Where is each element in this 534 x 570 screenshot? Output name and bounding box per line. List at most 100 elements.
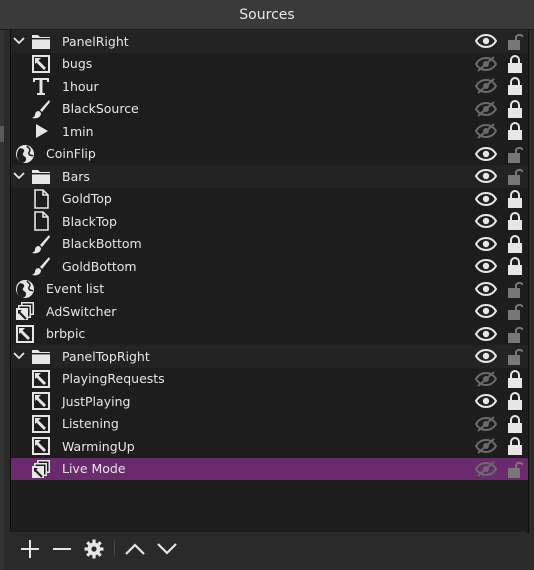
eye-icon[interactable] [475,234,497,254]
lock-icon[interactable] [506,189,524,209]
expand-chevron-icon[interactable] [12,34,26,48]
unlock-icon[interactable] [506,144,524,164]
source-row[interactable]: Listening [11,413,528,436]
source-name: Bars [62,168,90,184]
eye-icon[interactable] [475,189,497,209]
lock-icon[interactable] [506,211,524,231]
unlock-icon[interactable] [506,31,524,51]
sources-list[interactable]: PanelRight bugs 1hour BlackSource 1min CoinFl… [10,30,529,533]
folder-icon [31,346,51,366]
source-row[interactable]: 1hour [11,75,528,98]
source-name: 1hour [62,78,99,94]
brush-icon [31,234,51,254]
eye-icon[interactable] [475,301,497,321]
eye-hidden-icon[interactable] [475,76,497,96]
source-row[interactable]: PanelTopRight [11,345,528,368]
globe-icon [15,144,35,164]
lock-icon[interactable] [506,436,524,456]
source-row[interactable]: Bars [11,165,528,188]
text-icon [31,76,51,96]
slideshow-icon [15,301,35,321]
source-name: GoldBottom [62,258,137,274]
source-name: Event list [46,281,105,297]
eye-icon[interactable] [475,324,497,344]
sources-toolbar [10,532,527,566]
lock-icon[interactable] [506,391,524,411]
minus-icon [52,539,72,559]
source-row[interactable]: BlackSource [11,98,528,121]
source-name: 1min [62,123,94,139]
plus-button[interactable] [19,538,41,560]
source-name: BlackBottom [62,236,142,252]
source-row[interactable]: PanelRight [11,30,528,53]
source-row[interactable]: WarmingUp [11,435,528,458]
unlock-icon[interactable] [506,301,524,321]
unlock-icon[interactable] [506,166,524,186]
lock-icon[interactable] [506,76,524,96]
source-row[interactable]: bugs [11,53,528,76]
plus-icon [20,539,40,559]
source-row[interactable]: AdSwitcher [11,300,528,323]
eye-icon[interactable] [475,144,497,164]
chevron-up-button[interactable] [124,538,146,560]
source-name: AdSwitcher [46,303,117,319]
lock-icon[interactable] [506,369,524,389]
source-row[interactable]: JustPlaying [11,390,528,413]
unlock-icon[interactable] [506,324,524,344]
expand-chevron-icon[interactable] [12,349,26,363]
image-icon [31,391,51,411]
unlock-icon[interactable] [506,459,524,479]
chevron-down-button[interactable] [156,538,178,560]
source-row[interactable]: GoldBottom [11,255,528,278]
source-row[interactable]: 1min [11,120,528,143]
folder-icon [31,166,51,186]
brush-icon [31,99,51,119]
eye-hidden-icon[interactable] [475,99,497,119]
unlock-icon[interactable] [506,279,524,299]
eye-icon[interactable] [475,166,497,186]
expand-chevron-icon[interactable] [12,169,26,183]
minus-button[interactable] [51,538,73,560]
sources-panel-header: Sources [0,0,534,30]
lock-icon[interactable] [506,121,524,141]
source-name: PanelTopRight [62,348,150,364]
eye-hidden-icon[interactable] [475,369,497,389]
source-row[interactable]: Live Mode [11,457,528,480]
eye-icon[interactable] [475,211,497,231]
eye-hidden-icon[interactable] [475,459,497,479]
source-row[interactable]: PlayingRequests [11,368,528,391]
eye-icon[interactable] [475,391,497,411]
lock-icon[interactable] [506,234,524,254]
source-row[interactable]: Event list [11,278,528,301]
lock-icon[interactable] [506,256,524,276]
eye-hidden-icon[interactable] [475,436,497,456]
lock-icon[interactable] [506,414,524,434]
source-row[interactable]: brbpic [11,323,528,346]
brush-icon [31,256,51,276]
source-row[interactable]: BlackTop [11,210,528,233]
source-row[interactable]: BlackBottom [11,233,528,256]
eye-icon[interactable] [475,256,497,276]
eye-hidden-icon[interactable] [475,121,497,141]
gear-button[interactable] [83,538,105,560]
image-icon [31,414,51,434]
eye-icon[interactable] [475,279,497,299]
eye-hidden-icon[interactable] [475,54,497,74]
source-name: CoinFlip [46,146,96,162]
lock-icon[interactable] [506,99,524,119]
eye-icon[interactable] [475,346,497,366]
toolbar-separator [114,541,115,557]
panel-title: Sources [239,6,295,23]
image-icon [31,54,51,74]
eye-hidden-icon[interactable] [475,414,497,434]
source-name: BlackTop [62,213,117,229]
source-row[interactable]: GoldTop [11,188,528,211]
lock-icon[interactable] [506,54,524,74]
unlock-icon[interactable] [506,346,524,366]
eye-icon[interactable] [475,31,497,51]
file-icon [31,188,51,209]
source-name: JustPlaying [62,393,131,409]
source-row[interactable]: CoinFlip [11,143,528,166]
chevron-down-icon [156,542,178,556]
globe-icon [15,279,35,299]
